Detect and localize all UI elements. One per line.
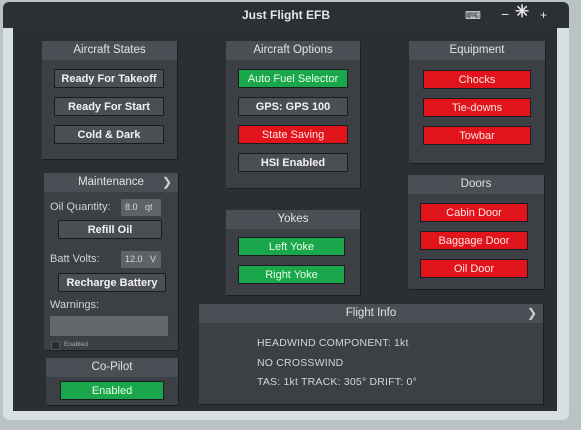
equipment-panel: Equipment Chocks Tie-downs Towbar xyxy=(409,41,545,163)
left-yoke-button[interactable]: Left Yoke xyxy=(238,237,345,256)
chocks-button[interactable]: Chocks xyxy=(423,70,531,89)
window-title: Just Flight EFB xyxy=(242,8,330,22)
copilot-panel: Co-Pilot Enabled xyxy=(46,358,178,405)
warnings-box xyxy=(49,315,169,337)
keyboard-icon[interactable]: ⌨ xyxy=(465,9,481,23)
aircraft-states-title: Aircraft States xyxy=(42,41,177,60)
ready-for-start-button[interactable]: Ready For Start xyxy=(54,97,164,116)
minimize-icon[interactable]: − xyxy=(501,7,509,21)
chevron-right-icon[interactable]: ❯ xyxy=(162,173,172,192)
hsi-enabled-button[interactable]: HSI Enabled xyxy=(238,153,348,172)
oil-door-button[interactable]: Oil Door xyxy=(420,259,528,278)
brightness-icon[interactable]: ✳ xyxy=(515,3,529,20)
oil-quantity-value: 8.0 xyxy=(125,202,138,212)
towbar-button[interactable]: Towbar xyxy=(423,126,531,145)
tie-downs-button[interactable]: Tie-downs xyxy=(423,98,531,117)
refill-oil-button[interactable]: Refill Oil xyxy=(58,220,162,239)
oil-unit: qt xyxy=(145,202,153,212)
yokes-panel: Yokes Left Yoke Right Yoke xyxy=(226,210,360,295)
copilot-enabled-button[interactable]: Enabled xyxy=(60,381,164,400)
window-titlebar: Just Flight EFB ⌨ − ✳ + xyxy=(3,2,569,28)
baggage-door-button[interactable]: Baggage Door xyxy=(420,231,528,250)
ready-for-takeoff-button[interactable]: Ready For Takeoff xyxy=(54,69,164,88)
copilot-title: Co-Pilot xyxy=(46,358,178,377)
cabin-door-button[interactable]: Cabin Door xyxy=(420,203,528,222)
flight-info-panel: Flight Info ❯ HEADWIND COMPONENT: 1kt NO… xyxy=(199,304,543,404)
doors-title: Doors xyxy=(408,175,544,194)
batt-unit: V xyxy=(150,254,157,264)
oil-quantity-label: Oil Quantity: xyxy=(50,201,111,213)
doors-panel: Doors Cabin Door Baggage Door Oil Door xyxy=(408,175,544,289)
batt-volts-label: Batt Volts: xyxy=(50,253,100,265)
right-yoke-button[interactable]: Right Yoke xyxy=(238,265,345,284)
crosswind-text: NO CROSSWIND xyxy=(257,357,344,369)
flight-info-title: Flight Info xyxy=(199,304,543,323)
recharge-battery-button[interactable]: Recharge Battery xyxy=(58,273,166,292)
maintenance-panel: Maintenance ❯ Oil Quantity: 8.0 qt Refil… xyxy=(44,173,178,350)
oil-quantity-field: 8.0 qt xyxy=(121,199,161,216)
aircraft-states-panel: Aircraft States Ready For Takeoff Ready … xyxy=(42,41,177,159)
cold-and-dark-button[interactable]: Cold & Dark xyxy=(54,125,164,144)
tas-track-drift-text: TAS: 1kt TRACK: 305° DRIFT: 0° xyxy=(257,376,417,388)
enabled-checkbox[interactable] xyxy=(51,341,60,350)
batt-volts-value: 12.0 xyxy=(125,254,143,264)
equipment-title: Equipment xyxy=(409,41,545,60)
warnings-label: Warnings: xyxy=(50,299,100,311)
headwind-component-text: HEADWIND COMPONENT: 1kt xyxy=(257,337,409,349)
gps-selector-button[interactable]: GPS: GPS 100 xyxy=(238,97,348,116)
chevron-right-icon[interactable]: ❯ xyxy=(527,304,537,323)
aircraft-options-title: Aircraft Options xyxy=(226,41,360,60)
yokes-title: Yokes xyxy=(226,210,360,229)
enabled-small-label: Enabled xyxy=(64,341,88,348)
plus-icon[interactable]: + xyxy=(540,8,547,22)
state-saving-button[interactable]: State Saving xyxy=(238,125,348,144)
efb-screen: Aircraft States Ready For Takeoff Ready … xyxy=(13,27,557,411)
batt-volts-field: 12.0 V xyxy=(121,251,161,268)
aircraft-options-panel: Aircraft Options Auto Fuel Selector GPS:… xyxy=(226,41,360,188)
auto-fuel-selector-button[interactable]: Auto Fuel Selector xyxy=(238,69,348,88)
maintenance-title: Maintenance xyxy=(44,173,178,192)
